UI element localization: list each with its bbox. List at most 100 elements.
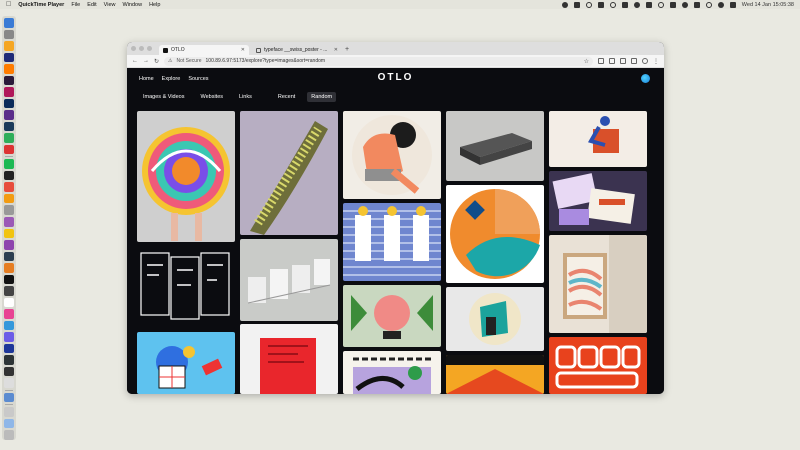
- not-secure-icon[interactable]: ⚠: [168, 58, 172, 64]
- tab-typeface[interactable]: typeface __swiss_poster - ... ✕: [252, 45, 342, 55]
- filter-links[interactable]: Links: [235, 92, 256, 102]
- app-icon-6[interactable]: [4, 228, 14, 239]
- image-card[interactable]: [446, 287, 544, 351]
- app-icon-13[interactable]: [4, 320, 14, 331]
- user-avatar[interactable]: [641, 74, 650, 83]
- adobe-ps-icon[interactable]: [4, 98, 14, 109]
- image-card[interactable]: [137, 245, 235, 329]
- display-status-icon[interactable]: [645, 1, 652, 8]
- puzzle-extensions-icon[interactable]: [620, 58, 626, 64]
- app-icon-7[interactable]: [4, 240, 14, 250]
- sync-status-icon[interactable]: [585, 1, 592, 8]
- wifi-status-icon[interactable]: [705, 1, 712, 8]
- adobe-indesign-icon[interactable]: [4, 87, 14, 97]
- control-center-icon[interactable]: [729, 1, 736, 8]
- live-icon[interactable]: [4, 170, 14, 181]
- spotlight-icon[interactable]: [717, 1, 724, 8]
- browser-menu-icon[interactable]: ⋮: [653, 58, 659, 65]
- app-icon-11[interactable]: [4, 286, 14, 296]
- image-card[interactable]: [343, 111, 441, 199]
- app-icon-2[interactable]: [4, 144, 14, 155]
- menu-window[interactable]: Window: [123, 2, 143, 8]
- numbers-icon[interactable]: [4, 133, 14, 143]
- image-card[interactable]: [549, 337, 647, 394]
- image-card[interactable]: [240, 239, 338, 321]
- tab-otlo[interactable]: OTLO ✕: [159, 45, 249, 55]
- record-status-icon[interactable]: [561, 1, 568, 8]
- trash-icon[interactable]: [4, 430, 14, 440]
- security-label[interactable]: Not Secure: [177, 58, 202, 64]
- menubar-clock[interactable]: Wed 14 Jan 15:05:38: [742, 2, 794, 8]
- spotify-icon[interactable]: [4, 159, 14, 169]
- new-tab-button[interactable]: +: [345, 45, 349, 55]
- extension-icon-2[interactable]: [609, 58, 615, 64]
- menu-file[interactable]: File: [71, 2, 80, 8]
- finder-icon[interactable]: [4, 18, 14, 28]
- filter-websites[interactable]: Websites: [196, 92, 227, 102]
- app-icon-3[interactable]: [4, 182, 14, 192]
- bluetooth-status-icon[interactable]: [693, 1, 700, 8]
- image-card[interactable]: [446, 111, 544, 181]
- launchpad-icon[interactable]: [4, 29, 14, 40]
- image-card[interactable]: [446, 355, 544, 394]
- url-text[interactable]: 100.89.6.97:5173/explore?type=images&sor…: [206, 58, 326, 64]
- image-card[interactable]: [343, 351, 441, 394]
- app-icon-4[interactable]: [4, 193, 14, 204]
- downloads-folder-icon[interactable]: [4, 407, 14, 417]
- app-icon-14[interactable]: [4, 332, 14, 342]
- image-card[interactable]: [549, 171, 647, 231]
- focus-status-icon[interactable]: [657, 1, 664, 8]
- terminal-icon[interactable]: [4, 366, 14, 377]
- filter-images-videos[interactable]: Images & Videos: [139, 92, 188, 102]
- apple-menu-icon[interactable]: : [6, 1, 11, 8]
- image-card[interactable]: [549, 235, 647, 333]
- app-status-icon[interactable]: [573, 1, 580, 8]
- image-card[interactable]: [240, 324, 338, 394]
- menu-view[interactable]: View: [104, 2, 116, 8]
- menu-help[interactable]: Help: [149, 2, 160, 8]
- minimize-window-icon[interactable]: [139, 46, 144, 51]
- image-card[interactable]: [549, 111, 647, 167]
- timer-status-icon[interactable]: [609, 1, 616, 8]
- image-card[interactable]: [137, 111, 235, 242]
- app-menu[interactable]: QuickTime Player: [18, 2, 64, 8]
- app-icon-17[interactable]: [4, 378, 14, 388]
- app-icon-16[interactable]: [4, 355, 14, 365]
- app-icon-15[interactable]: [4, 343, 14, 354]
- adobe-lr-icon[interactable]: [4, 121, 14, 132]
- app-icon-9[interactable]: [4, 263, 14, 273]
- close-tab-icon[interactable]: ✕: [334, 47, 338, 53]
- adobe-ae-icon[interactable]: [4, 52, 14, 63]
- settings-icon[interactable]: [4, 205, 14, 215]
- clipboard-status-icon[interactable]: [621, 1, 628, 8]
- close-tab-icon[interactable]: ✕: [241, 47, 245, 53]
- profile-icon[interactable]: [642, 58, 648, 64]
- play-status-icon[interactable]: [633, 1, 640, 8]
- zoom-window-icon[interactable]: [147, 46, 152, 51]
- image-card[interactable]: [446, 185, 544, 283]
- address-bar[interactable]: ⚠ Not Secure 100.89.6.97:5173/explore?ty…: [164, 56, 593, 66]
- app-icon[interactable]: [4, 41, 14, 51]
- adobe-ai-icon[interactable]: [4, 64, 14, 74]
- battery-status-icon[interactable]: [669, 1, 676, 8]
- volume-status-icon[interactable]: [681, 1, 688, 8]
- back-icon[interactable]: ←: [132, 58, 138, 64]
- forward-icon[interactable]: →: [143, 58, 149, 64]
- image-card[interactable]: [240, 111, 338, 235]
- quicktime-icon[interactable]: [4, 392, 14, 403]
- extension-icon[interactable]: [598, 58, 604, 64]
- adobe-id-icon[interactable]: [4, 75, 14, 86]
- image-card[interactable]: [343, 285, 441, 347]
- calendar-icon[interactable]: [4, 297, 14, 308]
- folder-icon[interactable]: [4, 418, 14, 429]
- extension-status-icon[interactable]: [597, 1, 604, 8]
- app-icon-8[interactable]: [4, 251, 14, 262]
- sidebar-icon[interactable]: [631, 58, 637, 64]
- image-card[interactable]: [343, 203, 441, 281]
- bookmark-star-icon[interactable]: ☆: [584, 58, 589, 65]
- reload-icon[interactable]: ↻: [154, 58, 159, 65]
- menu-edit[interactable]: Edit: [87, 2, 96, 8]
- sort-recent[interactable]: Recent: [274, 92, 299, 102]
- app-icon-10[interactable]: [4, 274, 14, 285]
- site-logo[interactable]: OTLO: [127, 72, 664, 83]
